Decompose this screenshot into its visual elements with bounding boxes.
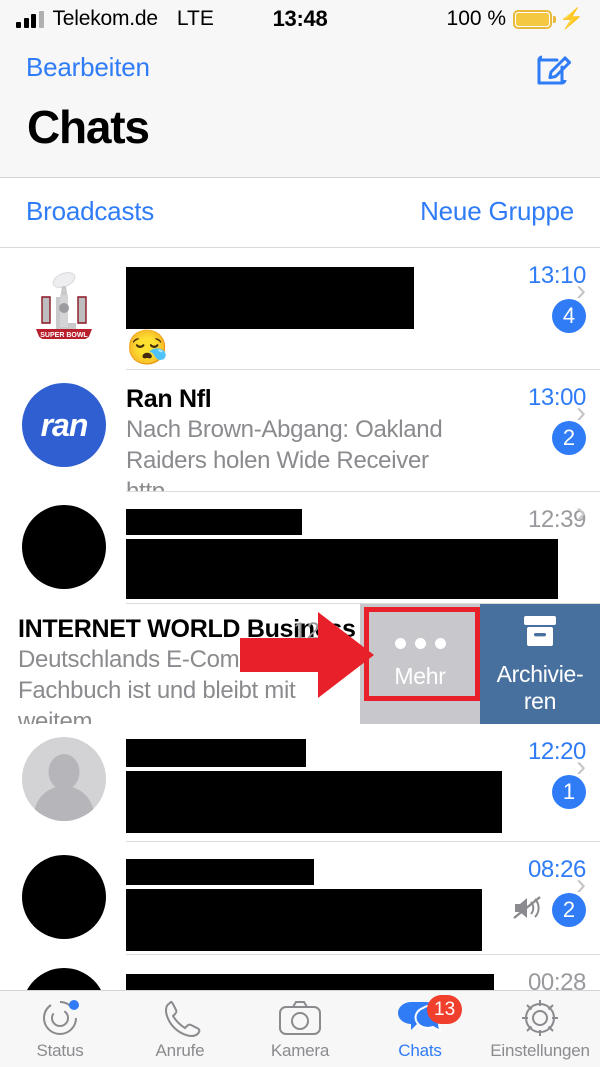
edit-button[interactable]: Bearbeiten [26,52,150,83]
chat-list-item[interactable]: 00:28 [0,955,600,990]
chat-list-item[interactable]: SUPER BOWL 😪 13:10 4 › [0,248,600,370]
chevron-right-icon: › [576,496,586,529]
chat-list-item[interactable]: ran Ran Nfl Nach Brown-Abgang: Oakland R… [0,370,600,505]
status-bar: Telekom.de LTE 13:48 100 % ⚡ [0,0,600,38]
charging-bolt-icon: ⚡ [559,8,584,30]
chat-item-text [106,724,502,833]
chat-item-name [126,856,474,886]
status-bar-right: 100 % ⚡ [447,7,584,31]
status-unread-dot [69,999,79,1010]
tab-label: Status [36,1040,84,1060]
swipe-action-archivieren-button[interactable]: Archivie- ren [480,604,600,724]
redaction-block [126,889,482,951]
default-person-avatar [22,737,106,821]
archive-box-icon [520,614,560,654]
chat-item-meta: 12:20 1 › [474,724,600,809]
tab-status[interactable]: Status [0,991,120,1067]
chat-item-text [106,955,494,990]
annotation-arrow-icon [240,608,375,708]
tab-label: Kamera [270,1040,330,1060]
redaction-block [126,539,558,599]
chat-item-badges: 2 [512,893,586,927]
chat-item-meta: 13:10 4 › [474,248,600,333]
redaction-block [126,509,302,535]
chat-item-message [126,536,558,599]
black-circle-avatar [22,855,106,939]
chat-item-name [126,506,474,536]
new-group-button[interactable]: Neue Gruppe [420,196,574,227]
chat-list-item[interactable]: 12:20 1 › [0,724,600,842]
superbowl-li-logo-avatar: SUPER BOWL [22,261,106,345]
tab-bar[interactable]: Status Anrufe Kamera 13 Chats Einstellun… [0,990,600,1067]
chevron-right-icon: › [576,395,586,429]
broadcasts-button[interactable]: Broadcasts [26,196,154,227]
chat-item-name: Ran Nfl [126,385,212,413]
gear-icon [518,998,562,1038]
chevron-right-icon: › [576,749,586,783]
battery-percent-label: 100 % [446,7,507,30]
chat-item-meta: 00:28 [474,955,600,990]
tab-kamera[interactable]: Kamera [240,991,360,1067]
chat-item-text [106,842,482,951]
chevron-right-icon: › [576,273,586,307]
status-rings-icon [39,998,81,1038]
tab-einstellungen[interactable]: Einstellungen [480,991,600,1067]
three-dots-icon [394,638,446,649]
chat-item-message [126,886,482,951]
black-circle-avatar [22,968,106,990]
list-actions-row: Broadcasts Neue Gruppe [0,178,600,248]
compose-pencil-icon[interactable] [532,46,576,90]
tab-anrufe[interactable]: Anrufe [120,991,240,1067]
tab-label: Anrufe [155,1040,205,1060]
chats-unread-badge: 13 [427,995,463,1024]
chat-item-emoji: 😪 [126,329,169,367]
chat-list-item[interactable]: 12:39 › [0,492,600,604]
tab-chats[interactable]: 13 Chats [360,991,480,1067]
redaction-block [126,974,494,990]
tab-label: Chats [398,1040,442,1060]
tab-label: Einstellungen [490,1040,590,1060]
ran-logo-text: ran [40,406,89,443]
phone-icon [159,998,201,1038]
camera-icon [277,998,323,1038]
battery-icon [513,9,557,29]
svg-text:SUPER BOWL: SUPER BOWL [40,332,88,339]
muted-speaker-icon [512,895,542,926]
chat-item-meta: 13:00 2 › [474,370,600,455]
swipe-action-buttons[interactable]: Mehr Archivie- ren [360,604,600,724]
chat-item-name [126,262,474,329]
whatsapp-chats-screen: Telekom.de LTE 13:48 100 % ⚡ Bearbeiten … [0,0,600,1067]
redaction-block [126,739,306,767]
navigation-bar: Bearbeiten Chats [0,38,600,178]
swipe-action-archivieren-label: Archivie- ren [496,660,584,714]
chat-item-name [126,969,494,990]
swipe-action-mehr-button[interactable]: Mehr [360,604,480,724]
chat-item-text: Ran Nfl Nach Brown-Abgang: Oakland Raide… [106,370,474,507]
black-circle-avatar [22,505,106,589]
redaction-block [126,267,414,329]
chat-list-item[interactable]: 08:26 2 › [0,842,600,955]
chat-item-meta: 12:39 › [474,492,600,534]
chat-item-text: 😪 [106,248,474,367]
ran-logo-avatar: ran [22,383,106,467]
chat-item-meta: 08:26 2 › [474,842,600,927]
chat-item-text [106,492,558,599]
chat-item-name [126,738,474,768]
chat-item-time: 00:28 [527,969,586,990]
page-title: Chats [27,101,150,153]
swipe-action-mehr-label: Mehr [394,663,446,689]
chat-item-message [126,768,502,833]
redaction-block [126,859,314,885]
redaction-block [126,771,502,833]
chevron-right-icon: › [576,867,586,901]
